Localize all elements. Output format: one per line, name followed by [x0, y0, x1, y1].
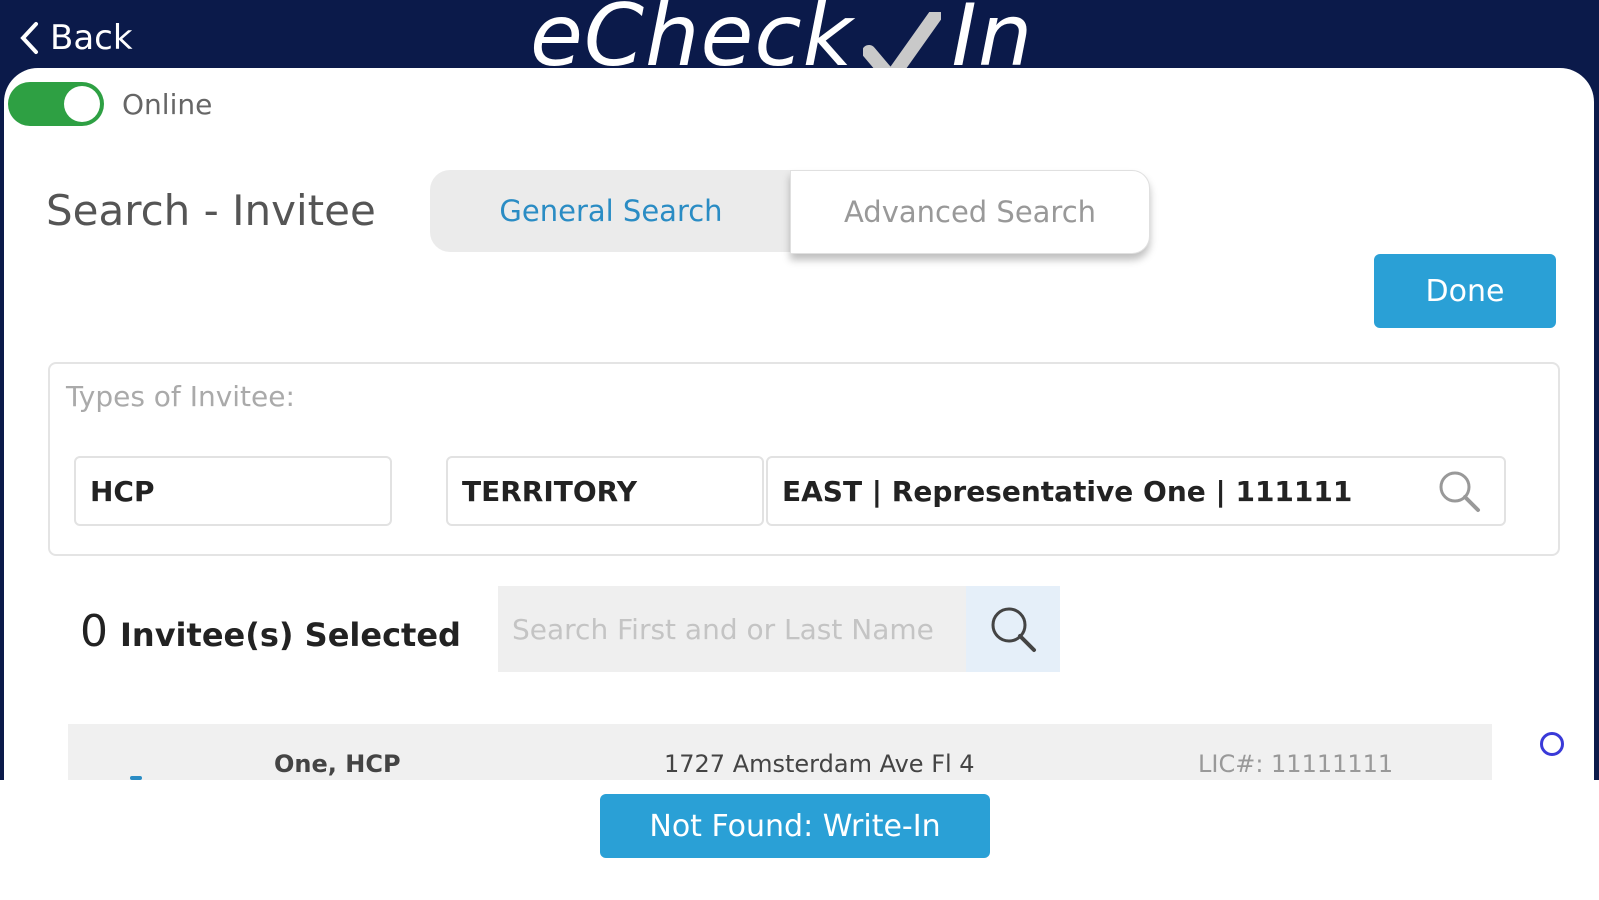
- chevron-left-icon: [20, 22, 38, 54]
- types-label: Types of Invitee:: [66, 380, 295, 413]
- invitee-name: One, HCP: [274, 750, 401, 778]
- territory-value: EAST | Representative One | 111111: [782, 474, 1353, 508]
- tab-advanced-search[interactable]: Advanced Search: [790, 170, 1150, 254]
- selected-number: 0: [80, 606, 108, 657]
- invitee-address: 1727 Amsterdam Ave Fl 4: [664, 750, 975, 778]
- invitee-type-select[interactable]: HCP: [74, 456, 392, 526]
- online-label: Online: [122, 88, 213, 121]
- selected-count: 0 Invitee(s) Selected: [80, 606, 461, 657]
- territory-field[interactable]: EAST | Representative One | 111111: [766, 456, 1506, 526]
- search-icon[interactable]: [1436, 468, 1482, 514]
- name-search-button[interactable]: [966, 586, 1060, 672]
- toggle-knob: [64, 86, 100, 122]
- search-icon: [991, 607, 1036, 652]
- name-search-input[interactable]: [498, 586, 966, 672]
- page-title: Search - Invitee: [46, 186, 376, 235]
- tab-general-search[interactable]: General Search: [430, 170, 792, 252]
- select-radio[interactable]: [1540, 732, 1564, 756]
- selected-label: Invitee(s) Selected: [120, 616, 461, 654]
- invitee-types-box: Types of Invitee: HCP TERRITORY EAST | R…: [48, 362, 1560, 556]
- name-search-bar: [498, 586, 1060, 672]
- done-button[interactable]: Done: [1374, 254, 1556, 328]
- main-panel: Online Search - Invitee General Search A…: [4, 68, 1594, 800]
- filter-type-select[interactable]: TERRITORY: [446, 456, 764, 526]
- search-mode-tabs: General Search Advanced Search: [430, 170, 1150, 254]
- back-button[interactable]: Back: [18, 18, 133, 58]
- invitee-license: LIC#: 11111111: [1198, 750, 1394, 778]
- back-label: Back: [50, 18, 133, 58]
- online-toggle[interactable]: [8, 82, 104, 126]
- write-in-button[interactable]: Not Found: Write-In: [600, 794, 990, 858]
- footer: Not Found: Write-In: [0, 780, 1599, 900]
